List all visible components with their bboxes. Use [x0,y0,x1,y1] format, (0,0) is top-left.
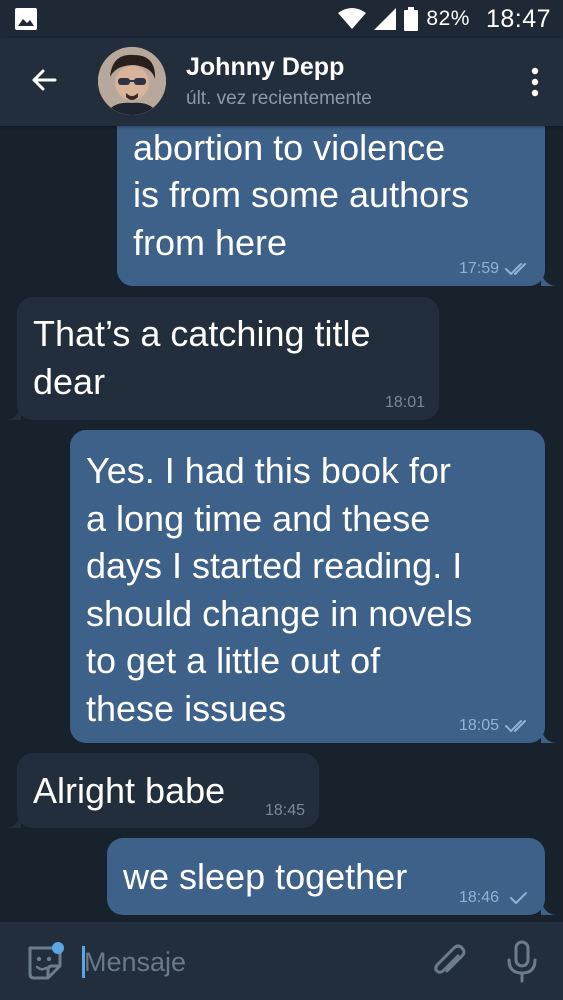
message-text: supports abortion to violence is from so… [133,126,470,263]
message-meta: 18:46 [459,889,531,907]
message-meta: 18:05 [459,717,531,735]
gallery-icon [15,8,37,30]
bubble-tail [7,812,21,828]
message-meta: 18:45 [265,802,305,820]
double-check-icon [505,720,526,732]
bubble-tail [541,727,555,743]
message-bubble-outgoing[interactable]: supports abortion to violence is from so… [117,126,545,286]
message-time: 18:05 [458,717,499,734]
message-bubble-incoming[interactable]: That’s a catching title dear 18:01 [17,297,439,420]
arrow-left-icon[interactable] [28,64,60,96]
message-list[interactable]: supports abortion to violence is from so… [0,126,563,922]
avatar-image [98,47,166,115]
last-seen-status: últ. vez recientemente [186,88,372,109]
double-check-icon [505,263,526,275]
message-input-bar [0,922,563,1000]
battery-percent: 82% [426,7,470,30]
message-text: Yes. I had this book for a long time and… [86,450,473,729]
message-time: 18:46 [458,889,499,906]
more-vertical-icon[interactable] [529,66,541,98]
message-meta: 17:59 [459,260,531,278]
bubble-tail [541,899,555,915]
notification-dot [52,942,64,954]
avatar[interactable] [98,47,166,115]
message-time: 17:59 [458,260,499,277]
signal-icon [374,8,397,30]
status-bar: 82% 18:47 [0,0,563,38]
message-input[interactable] [84,944,394,980]
message-meta: 18:01 [385,394,425,412]
message-bubble-outgoing[interactable]: we sleep together 18:46 [107,838,545,915]
message-bubble-outgoing[interactable]: Yes. I had this book for a long time and… [70,430,545,743]
message-bubble-incoming[interactable]: Alright babe 18:45 [17,753,319,828]
wifi-icon [338,8,367,29]
message-time: 18:45 [264,802,305,819]
sticker-emoji-icon[interactable] [22,940,66,984]
bubble-tail [7,404,21,420]
microphone-icon[interactable] [502,940,542,984]
paperclip-icon[interactable] [430,942,470,982]
status-clock: 18:47 [485,4,551,33]
bubble-tail [541,270,555,286]
message-text: Alright babe [33,770,226,811]
message-text: we sleep together [123,856,408,897]
chat-header: Johnny Depp últ. vez recientemente [0,38,563,126]
message-text: That’s a catching title dear [33,313,371,402]
single-check-icon [510,892,527,904]
message-time: 18:01 [384,394,425,411]
contact-name[interactable]: Johnny Depp [186,53,344,82]
battery-icon [404,7,419,31]
